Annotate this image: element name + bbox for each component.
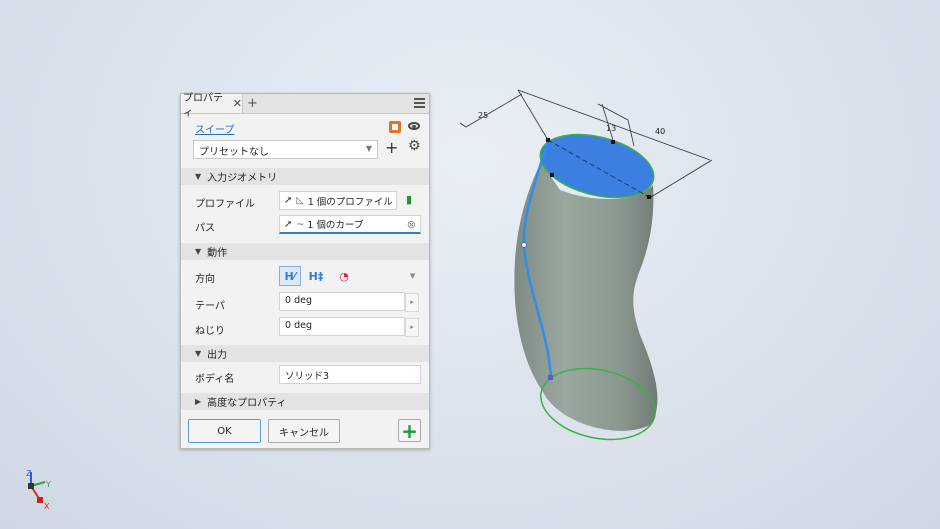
profile-icon: ◺ [296, 195, 304, 206]
hamburger-menu-icon[interactable] [414, 98, 425, 108]
curve-icon: ∼ [296, 218, 305, 230]
command-title-link[interactable]: スイープ [195, 121, 234, 136]
dimension-40-text[interactable]: 40 [655, 127, 665, 136]
section-advanced-label: 高度なプロパティ [207, 398, 287, 409]
expand-triangle-icon: ▼ [195, 349, 202, 358]
path-value: 1 個のカーブ [307, 220, 364, 231]
twist-input[interactable]: 0 deg ▸ [279, 317, 419, 337]
expand-triangle-icon: ▼ [195, 247, 202, 256]
taper-value: 0 deg [285, 295, 312, 306]
gear-icon[interactable]: ⚙ [408, 138, 421, 154]
add-preset-button[interactable]: + [385, 138, 398, 157]
clear-icon[interactable]: ⊗ [407, 218, 416, 231]
section-input-geometry[interactable]: ▼ 入力ジオメトリ [181, 168, 429, 185]
dialog-footer: OK キャンセル + [181, 412, 429, 448]
path-label: パス [195, 223, 215, 234]
section-behavior[interactable]: ▼ 動作 [181, 243, 429, 260]
feature-icon[interactable] [389, 121, 401, 133]
eye-icon[interactable] [408, 122, 420, 130]
collapse-triangle-icon: ▶ [195, 397, 202, 406]
cancel-button[interactable]: キャンセル [268, 419, 340, 443]
twist-label: ねじり [195, 326, 225, 337]
path-endpoint[interactable] [548, 375, 553, 380]
taper-spinner[interactable]: ▸ [405, 293, 419, 312]
profile-point[interactable] [611, 140, 615, 144]
pointer-icon: ➚ [284, 218, 293, 230]
tab-bar: プロパティ ✕ + [181, 93, 429, 119]
preset-value: プリセットなし [199, 147, 269, 158]
profile-value: 1 個のプロファイル [307, 196, 393, 208]
graphics-viewport[interactable]: 25 13 40 Z Y X [0, 0, 940, 529]
path-point[interactable] [521, 242, 527, 248]
profile-point[interactable] [550, 173, 554, 177]
path-selector[interactable]: ➚ ∼ 1 個のカーブ ⊗ [279, 215, 421, 234]
body-name-label: ボディ名 [195, 374, 235, 385]
tab-properties-label: プロパティ [183, 92, 223, 119]
close-icon[interactable]: ✕ [233, 97, 242, 110]
profile-status-icon: ▮ [406, 193, 413, 206]
sweep-body[interactable] [514, 162, 658, 431]
section-input-geometry-label: 入力ジオメトリ [207, 173, 278, 184]
ok-button[interactable]: OK [188, 419, 261, 443]
profile-selector[interactable]: ➚ ◺ 1 個のプロファイル [279, 191, 397, 210]
section-output[interactable]: ▼ 出力 [181, 345, 429, 362]
section-behavior-label: 動作 [207, 248, 228, 259]
body-name-input[interactable]: ソリッド3 [279, 365, 421, 384]
add-tab-icon[interactable]: + [247, 96, 258, 111]
twist-spinner[interactable]: ▸ [405, 318, 419, 337]
apply-plus-button[interactable]: + [398, 419, 421, 443]
dimension-25[interactable] [459, 89, 549, 141]
pointer-icon: ➚ [284, 195, 293, 206]
chevron-down-icon[interactable]: ▼ [410, 272, 415, 280]
body-name-value: ソリッド3 [285, 371, 330, 382]
tab-properties[interactable]: プロパティ ✕ [181, 93, 243, 119]
direction-label: 方向 [195, 274, 215, 285]
properties-panel: プロパティ ✕ + スイープ プリセットなし ▼ + ⚙ ▼ 入力ジオメトリ プ… [180, 93, 430, 449]
model-canvas[interactable]: 25 13 40 Z Y X [0, 0, 940, 529]
twist-value: 0 deg [285, 320, 312, 331]
direction-guide-button[interactable]: ◔ [333, 266, 355, 286]
axis-x-label: X [44, 502, 50, 511]
section-advanced[interactable]: ▶ 高度なプロパティ [181, 393, 429, 410]
taper-input[interactable]: 0 deg ▸ [279, 292, 419, 312]
direction-fixed-button[interactable]: H‡ [305, 266, 327, 286]
chevron-down-icon: ▼ [365, 144, 372, 153]
expand-triangle-icon: ▼ [195, 172, 202, 181]
axis-y-label: Y [45, 480, 51, 489]
profile-label: プロファイル [195, 199, 255, 210]
dimension-25-text[interactable]: 25 [478, 111, 488, 120]
section-output-label: 出力 [207, 350, 228, 361]
profile-point[interactable] [647, 195, 651, 199]
preset-dropdown[interactable]: プリセットなし ▼ [193, 140, 378, 159]
direction-path-button[interactable]: H⁄ [279, 266, 301, 286]
axis-z-label: Z [26, 469, 32, 478]
taper-label: テーパ [195, 301, 225, 312]
